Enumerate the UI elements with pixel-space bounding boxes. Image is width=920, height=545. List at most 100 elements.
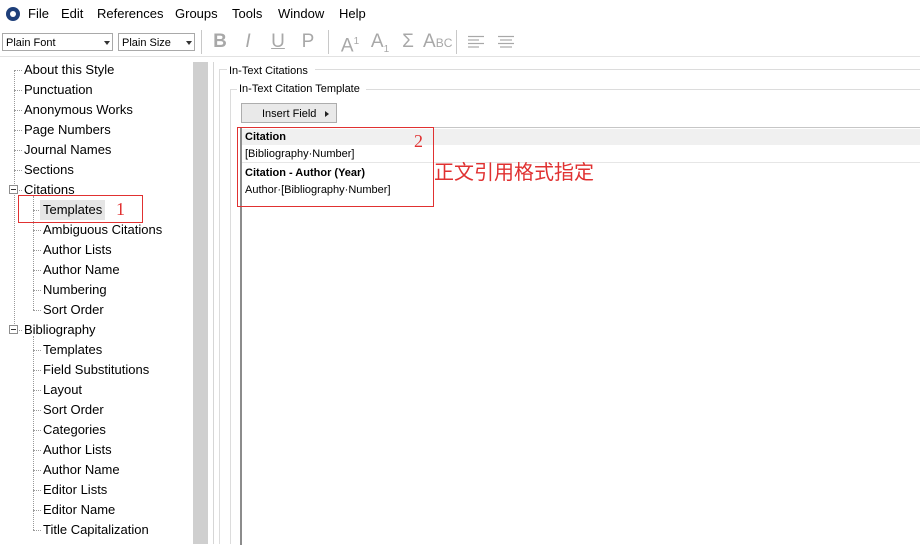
insert-field-button[interactable]: Insert Field [241, 103, 337, 123]
superscript-button[interactable]: A1 [337, 30, 363, 57]
font-select-value: Plain Font [6, 37, 56, 49]
tree-guide-line [33, 350, 41, 351]
tree-item-citation-author-lists[interactable]: Author Lists [43, 240, 112, 260]
tree-node-bibliography[interactable]: Bibliography [24, 320, 96, 340]
tree-item-citation-author-name[interactable]: Author Name [43, 260, 120, 280]
tree-guide-line [14, 110, 22, 111]
superscript-letter: A [340, 35, 354, 57]
tree-guide-line [14, 130, 22, 131]
tree-guide-line [33, 510, 41, 511]
collapse-icon[interactable] [9, 325, 18, 334]
small-caps-letter: A [423, 31, 436, 52]
menu-groups[interactable]: Groups [175, 6, 218, 21]
tree-guide-line [19, 190, 22, 191]
tree-guide-line [33, 290, 41, 291]
tree-item-categories[interactable]: Categories [43, 420, 106, 440]
tree-item-bib-templates[interactable]: Templates [43, 340, 102, 360]
size-select-value: Plain Size [122, 37, 171, 49]
tree-item-layout[interactable]: Layout [43, 380, 82, 400]
tree-guide-line [14, 70, 22, 71]
small-caps-small: BC [435, 36, 453, 50]
tree-item-title-capitalization[interactable]: Title Capitalization [43, 520, 149, 540]
tree-guide-line [33, 370, 41, 371]
annotation-marker-1: 1 [116, 199, 125, 219]
tree-guide-line [19, 330, 22, 331]
tree-guide-line [33, 250, 41, 251]
menu-window[interactable]: Window [278, 6, 324, 21]
tree-item-about[interactable]: About this Style [24, 60, 114, 80]
font-select[interactable]: Plain Font [2, 33, 113, 51]
tree-item-bib-sort-order[interactable]: Sort Order [43, 400, 104, 420]
tree-guide-line [33, 390, 41, 391]
tree-guide-line [14, 90, 22, 91]
tree-guide-line [33, 470, 41, 471]
group-border [230, 89, 237, 90]
size-select[interactable]: Plain Size [118, 33, 195, 51]
menu-file[interactable]: File [28, 6, 49, 21]
group-title: In-Text Citation Template [239, 83, 360, 95]
subscript-mark: 1 [383, 43, 390, 55]
bold-button[interactable]: B [209, 30, 231, 54]
tree-scrollbar[interactable] [193, 62, 208, 544]
menu-tools[interactable]: Tools [232, 6, 262, 21]
section-title: In-Text Citations [229, 65, 308, 77]
tree-guide-line [14, 70, 15, 330]
italic-button[interactable]: I [237, 30, 259, 54]
tree-guide-line [14, 150, 22, 151]
tree-item-field-substitutions[interactable]: Field Substitutions [43, 360, 149, 380]
chevron-down-icon [104, 41, 110, 45]
small-caps-button[interactable]: ABC [423, 30, 453, 54]
tree-item-page-numbers[interactable]: Page Numbers [24, 120, 111, 140]
app-logo-icon[interactable] [6, 7, 20, 21]
tree-item-citation-sort-order[interactable]: Sort Order [43, 300, 104, 320]
toolbar-divider [456, 30, 457, 54]
tree-guide-line [14, 170, 22, 171]
chevron-down-icon [186, 41, 192, 45]
group-border [219, 69, 227, 70]
annotation-box-2 [237, 127, 434, 207]
group-border [230, 89, 231, 544]
tree-item-numbering[interactable]: Numbering [43, 280, 107, 300]
annotation-note: 正文引用格式指定 [434, 160, 594, 184]
menu-references[interactable]: References [97, 6, 163, 21]
toolbar-divider [201, 30, 202, 54]
sigma-icon: Σ [402, 31, 414, 52]
tree-guide-line [33, 490, 41, 491]
menu-edit[interactable]: Edit [61, 6, 83, 21]
group-border [315, 69, 920, 70]
collapse-icon[interactable] [9, 185, 18, 194]
subscript-letter: A [370, 31, 384, 52]
symbol-button[interactable]: Σ [397, 30, 419, 54]
align-justify-icon[interactable] [497, 35, 515, 49]
tree-guide-line [33, 270, 41, 271]
annotation-marker-2: 2 [414, 131, 423, 151]
group-border [366, 89, 920, 90]
tree-guide-line [33, 336, 34, 530]
tree-item-bib-author-name[interactable]: Author Name [43, 460, 120, 480]
subscript-button[interactable]: A1 [367, 30, 393, 55]
tree-item-bib-author-lists[interactable]: Author Lists [43, 440, 112, 460]
style-tree: About this Style Punctuation Anonymous W… [0, 62, 193, 544]
tree-guide-line [33, 430, 41, 431]
menu-bar: File Edit References Groups Tools Window… [0, 0, 920, 28]
toolbar-divider [328, 30, 329, 54]
tree-item-editor-lists[interactable]: Editor Lists [43, 480, 107, 500]
tree-guide-line [33, 450, 41, 451]
menu-help[interactable]: Help [339, 6, 366, 21]
insert-field-label: Insert Field [262, 108, 317, 120]
tree-item-anonymous-works[interactable]: Anonymous Works [24, 100, 133, 120]
tree-item-editor-name[interactable]: Editor Name [43, 500, 115, 520]
underline-button[interactable]: U [267, 30, 289, 54]
tree-item-journal-names[interactable]: Journal Names [24, 140, 111, 160]
tree-item-sections[interactable]: Sections [24, 160, 74, 180]
align-left-icon[interactable] [467, 35, 485, 49]
superscript-mark: 1 [353, 36, 360, 47]
caret-right-icon [325, 111, 329, 117]
tree-guide-line [33, 530, 41, 531]
tree-guide-line [33, 230, 41, 231]
plain-button[interactable]: P [297, 30, 319, 54]
tree-guide-line [33, 410, 41, 411]
tree-item-ambiguous-citations[interactable]: Ambiguous Citations [43, 220, 162, 240]
tree-guide-line [33, 310, 41, 311]
tree-item-punctuation[interactable]: Punctuation [24, 80, 93, 100]
